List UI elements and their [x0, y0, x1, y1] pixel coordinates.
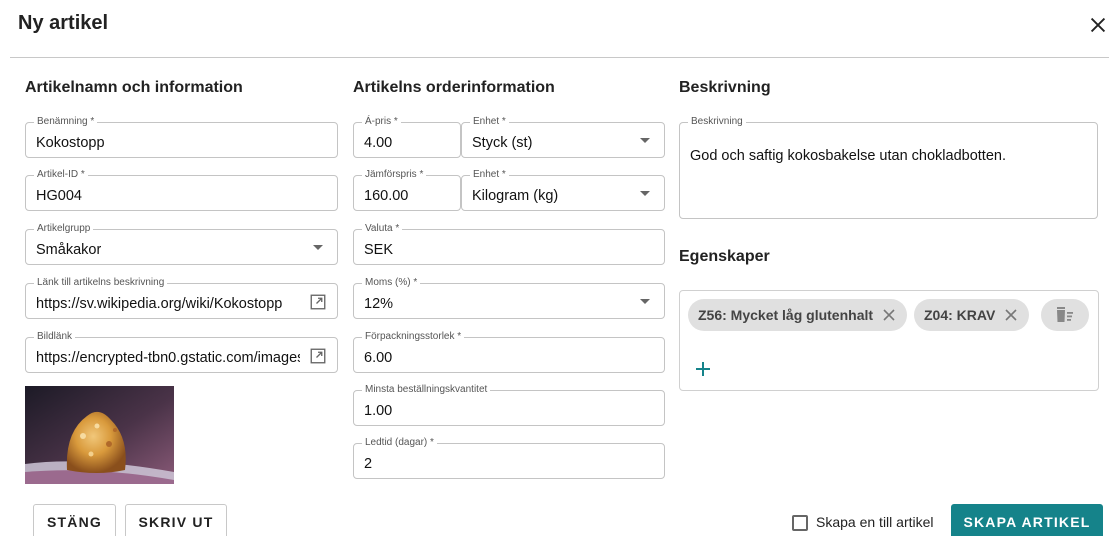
lead-time-value: 2 [364, 456, 373, 472]
article-id-label: Artikel-ID * [34, 169, 88, 181]
create-another-checkbox[interactable] [792, 515, 808, 531]
property-chip-label: Z56: Mycket låg glutenhalt [698, 307, 874, 323]
section-heading-info: Artikelnamn och information [25, 79, 243, 96]
compare-unit-value: Kilogram (kg) [472, 188, 559, 204]
unit-price-value: 4.00 [364, 135, 393, 151]
vat-label: Moms (%) * [362, 277, 421, 289]
title-divider [10, 57, 1109, 58]
package-size-value: 6.00 [364, 350, 393, 366]
unit-value: Styck (st) [472, 135, 533, 151]
chevron-down-icon[interactable] [313, 245, 323, 250]
lead-time-label: Ledtid (dagar) * [362, 437, 437, 449]
image-link-field[interactable]: Bildlänk https://encrypted-tbn0.gstatic.… [25, 331, 338, 373]
article-group-label: Artikelgrupp [34, 223, 94, 235]
image-link-value: https://encrypted-tbn0.gstatic.com/image… [36, 350, 300, 366]
delete-all-button[interactable] [1041, 299, 1089, 331]
unit-select[interactable]: Enhet * Styck (st) [461, 116, 665, 158]
description-value: God och saftig kokosbakelse utan choklad… [690, 148, 1006, 164]
close-icon[interactable] [881, 307, 897, 323]
compare-price-value: 160.00 [364, 188, 409, 204]
package-size-label: Förpackningsstorlek * [362, 331, 465, 343]
compare-unit-label: Enhet * [470, 169, 509, 181]
name-value: Kokostopp [36, 135, 105, 151]
unit-price-field[interactable]: Á-pris * 4.00 [353, 116, 461, 158]
min-order-field[interactable]: Minsta beställningskvantitet 1.00 [353, 384, 665, 426]
print-button[interactable]: SKRIV UT [125, 504, 227, 536]
vat-value: 12% [364, 296, 394, 312]
name-field[interactable]: Benämning * Kokostopp [25, 116, 338, 158]
vat-select[interactable]: Moms (%) * 12% [353, 277, 665, 319]
currency-field[interactable]: Valuta * SEK [353, 223, 665, 265]
properties-box: Z56: Mycket låg glutenhalt Z04: KRAV [679, 290, 1099, 391]
delete-sweep-icon [1057, 307, 1073, 322]
chevron-down-icon[interactable] [640, 191, 650, 196]
article-id-field[interactable]: Artikel-ID * HG004 [25, 169, 338, 211]
article-image [25, 386, 174, 484]
section-heading-order: Artikelns orderinformation [353, 79, 555, 96]
package-size-field[interactable]: Förpackningsstorlek * 6.00 [353, 331, 665, 373]
dialog-title: Ny artikel [18, 12, 109, 34]
external-link-icon[interactable] [309, 347, 327, 365]
compare-price-field[interactable]: Jämförspris * 160.00 [353, 169, 461, 211]
create-another-label[interactable]: Skapa en till artikel [816, 514, 934, 530]
property-chip[interactable]: Z56: Mycket låg glutenhalt [688, 299, 908, 331]
article-group-value: Småkakor [36, 242, 102, 258]
article-id-value: HG004 [36, 188, 82, 204]
chevron-down-icon[interactable] [640, 299, 650, 304]
image-link-label: Bildlänk [34, 331, 76, 343]
unit-price-label: Á-pris * [362, 116, 401, 128]
article-group-select[interactable]: Artikelgrupp Småkakor [25, 223, 338, 265]
min-order-value: 1.00 [364, 403, 393, 419]
create-article-button[interactable]: SKAPA ARTIKEL [951, 504, 1103, 536]
section-heading-description: Beskrivning [679, 79, 771, 96]
unit-label: Enhet * [470, 116, 509, 128]
name-label: Benämning * [34, 116, 98, 128]
description-label: Beskrivning [688, 116, 746, 128]
external-link-icon[interactable] [309, 293, 327, 311]
close-icon[interactable] [1003, 307, 1019, 323]
lead-time-field[interactable]: Ledtid (dagar) * 2 [353, 437, 665, 479]
description-link-value: https://sv.wikipedia.org/wiki/Kokostopp [36, 296, 283, 312]
compare-unit-select[interactable]: Enhet * Kilogram (kg) [461, 169, 665, 211]
chevron-down-icon[interactable] [640, 138, 650, 143]
description-link-label: Länk till artikelns beskrivning [34, 277, 168, 289]
property-chip-label: Z04: KRAV [924, 307, 996, 323]
plus-icon[interactable] [694, 360, 712, 378]
description-link-field[interactable]: Länk till artikelns beskrivning https://… [25, 277, 338, 319]
property-chip[interactable]: Z04: KRAV [914, 299, 1030, 331]
section-heading-properties: Egenskaper [679, 248, 770, 265]
close-icon[interactable] [1087, 14, 1109, 36]
description-textarea[interactable]: Beskrivning God och saftig kokosbakelse … [679, 116, 1098, 219]
min-order-label: Minsta beställningskvantitet [362, 384, 491, 396]
currency-value: SEK [364, 242, 394, 258]
compare-price-label: Jämförspris * [362, 169, 427, 181]
currency-label: Valuta * [362, 223, 403, 235]
close-button[interactable]: STÄNG [33, 504, 116, 536]
